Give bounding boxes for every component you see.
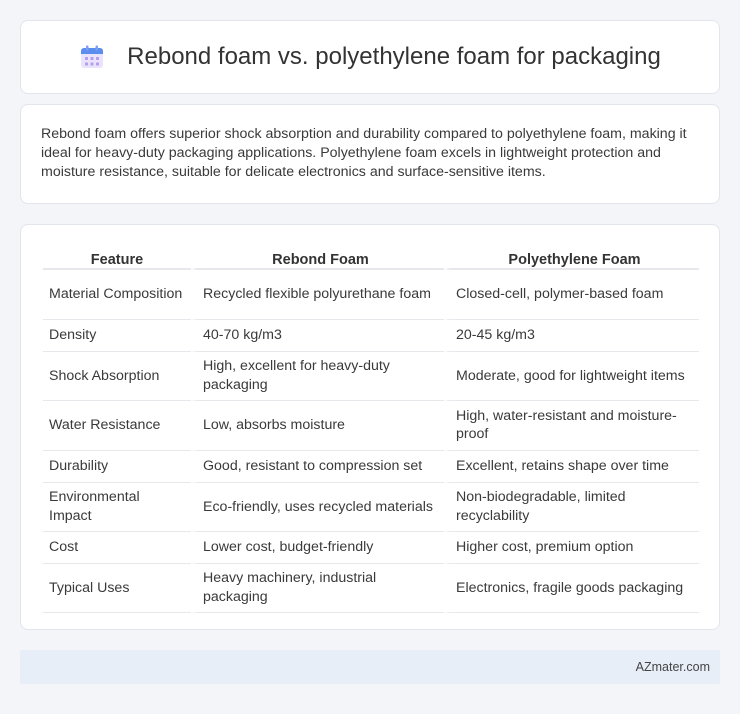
feature-cell: Typical Uses xyxy=(43,563,191,613)
polyethylene-cell: High, water-resistant and moisture-proof xyxy=(444,400,699,450)
table-row: Density 40-70 kg/m3 20-45 kg/m3 xyxy=(43,318,699,351)
rebond-cell: Good, resistant to compression set xyxy=(191,449,444,482)
page-title: Rebond foam vs. polyethylene foam for pa… xyxy=(127,43,661,70)
description-text: Rebond foam offers superior shock absorp… xyxy=(41,126,687,181)
rebond-cell: Heavy machinery, industrial packaging xyxy=(191,563,444,613)
polyethylene-cell: Moderate, good for lightweight items xyxy=(444,350,699,400)
feature-cell: Material Composition xyxy=(43,269,191,319)
table-header-row: Feature Rebond Foam Polyethylene Foam xyxy=(43,245,699,269)
table-row: Durability Good, resistant to compressio… xyxy=(43,449,699,482)
rebond-cell: 40-70 kg/m3 xyxy=(191,318,444,351)
polyethylene-cell: Higher cost, premium option xyxy=(444,531,699,563)
comparison-table: Feature Rebond Foam Polyethylene Foam Ma… xyxy=(43,245,699,613)
polyethylene-cell: 20-45 kg/m3 xyxy=(444,318,699,351)
feature-cell: Water Resistance xyxy=(43,400,191,450)
calendar-icon xyxy=(79,44,105,70)
feature-cell: Cost xyxy=(43,531,191,563)
polyethylene-cell: Closed-cell, polymer-based foam xyxy=(444,269,699,319)
table-row: Shock Absorption High, excellent for hea… xyxy=(43,350,699,401)
comparison-table-card: Feature Rebond Foam Polyethylene Foam Ma… xyxy=(20,224,720,630)
feature-cell: Environmental Impact xyxy=(43,481,191,532)
polyethylene-cell: Excellent, retains shape over time xyxy=(444,449,699,482)
polyethylene-cell: Non-biodegradable, limited recyclability xyxy=(444,481,699,531)
rebond-cell: High, excellent for heavy-duty packaging xyxy=(191,350,444,400)
table-row: Water Resistance Low, absorbs moisture H… xyxy=(43,400,699,450)
rebond-cell: Low, absorbs moisture xyxy=(191,400,444,450)
feature-cell: Density xyxy=(43,318,191,351)
header-rebond-foam: Rebond Foam xyxy=(191,245,444,269)
rebond-cell: Lower cost, budget-friendly xyxy=(191,531,444,563)
rebond-cell: Recycled flexible polyurethane foam xyxy=(191,269,444,319)
header-polyethylene-foam: Polyethylene Foam xyxy=(444,245,699,269)
table-row: Typical Uses Heavy machinery, industrial… xyxy=(43,563,699,613)
title-card: Rebond foam vs. polyethylene foam for pa… xyxy=(20,20,720,94)
rebond-cell: Eco-friendly, uses recycled materials xyxy=(191,481,444,531)
table-row: Environmental Impact Eco-friendly, uses … xyxy=(43,481,699,532)
polyethylene-cell: Electronics, fragile goods packaging xyxy=(444,563,699,613)
header-feature: Feature xyxy=(43,245,191,269)
feature-cell: Durability xyxy=(43,449,191,482)
description-card: Rebond foam offers superior shock absorp… xyxy=(20,104,720,204)
table-row: Material Composition Recycled flexible p… xyxy=(43,269,699,319)
footer-bar: AZmater.com xyxy=(20,650,720,684)
table-row: Cost Lower cost, budget-friendly Higher … xyxy=(43,531,699,563)
feature-cell: Shock Absorption xyxy=(43,350,191,401)
footer-site-label: AZmater.com xyxy=(635,660,710,674)
